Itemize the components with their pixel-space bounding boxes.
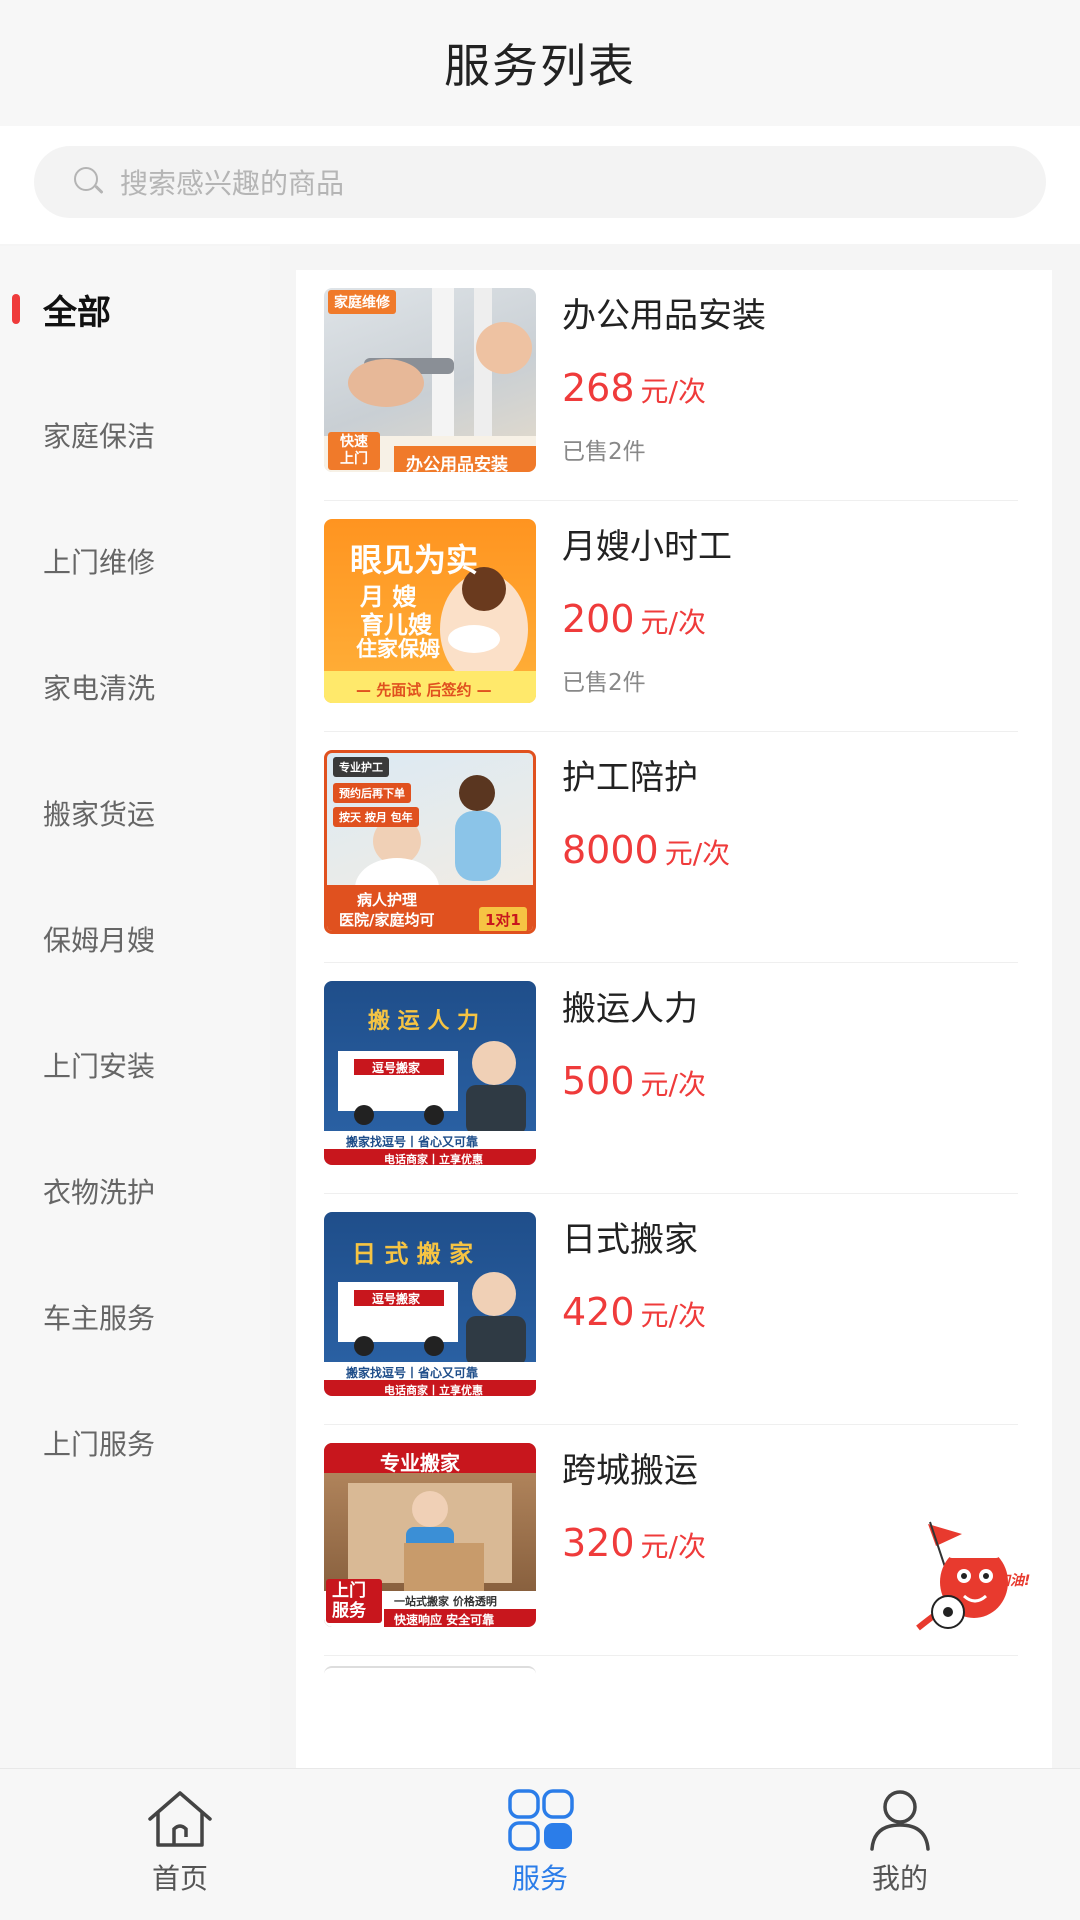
category-label: 保姆月嫂: [43, 924, 156, 957]
price-unit: 元/次: [640, 1530, 706, 1563]
price-unit: 元/次: [640, 1299, 706, 1332]
thumb-line1: 日 式 搬 家: [352, 1240, 474, 1268]
search-bar-container: 搜索感兴趣的商品: [0, 126, 1080, 244]
product-thumbnail: 家庭维修 快速上门 办公用品安装: [324, 288, 536, 472]
sold-count: 已售2件: [562, 670, 646, 696]
page-title: 服务列表: [444, 39, 636, 93]
category-label: 上门维修: [43, 546, 156, 579]
price-unit: 元/次: [664, 837, 731, 870]
product-price: 200 元/次: [562, 597, 706, 641]
category-label: 家电清洗: [43, 672, 156, 705]
product-thumbnail: 专业护工 预约后再下单 按天 按月 包年 病人护理 医院/家庭均可 1对1: [324, 750, 536, 934]
app-header: 服务列表: [0, 0, 1080, 126]
search-icon: [74, 167, 104, 197]
category-installation[interactable]: 上门安装: [0, 1002, 270, 1128]
tab-label: 我的: [871, 1862, 928, 1895]
category-home-cleaning[interactable]: 家庭保洁: [0, 372, 270, 498]
category-all[interactable]: 全部: [0, 246, 270, 372]
product-thumbnail: 搬 运 人 力 逗号搬家 搬家找逗号丨省心又可靠 电话商家丨立享优惠: [324, 981, 536, 1165]
category-label: 上门安装: [43, 1050, 156, 1083]
price-value: 420: [562, 1290, 635, 1334]
thumb-tag-2: 预约后再下单: [333, 783, 411, 803]
product-name: 跨城搬运: [562, 1451, 698, 1491]
product-item[interactable]: 日 式 搬 家 逗号搬家 搬家找逗号丨省心又可靠 电话商家丨立享优惠 日式搬家 …: [324, 1194, 1018, 1425]
thumb-line1: 专业搬家: [380, 1451, 460, 1475]
tab-label: 首页: [151, 1862, 208, 1895]
thumb-corner-tag: 快速上门: [328, 432, 380, 470]
price-unit: 元/次: [640, 606, 706, 639]
thumb-top-tag: 家庭维修: [328, 290, 396, 314]
category-home-service[interactable]: 上门服务: [0, 1380, 270, 1506]
price-value: 268: [562, 366, 635, 410]
category-label: 车主服务: [43, 1302, 156, 1335]
category-laundry[interactable]: 衣物洗护: [0, 1128, 270, 1254]
category-home-repair[interactable]: 上门维修: [0, 498, 270, 624]
price-value: 8000: [562, 828, 659, 872]
product-price: 500 元/次: [562, 1059, 706, 1103]
category-sidebar: 全部 家庭保洁 上门维修 家电清洗 搬家货运 保姆月嫂 上门安装 衣物洗护 车主…: [0, 246, 270, 1768]
thumb-caption-2: 医院/家庭均可: [339, 911, 435, 929]
thumb-caption-2: 电话商家丨立享优惠: [384, 1153, 483, 1165]
category-label: 全部: [43, 292, 111, 333]
product-item[interactable]: 眼见为实 月 嫂 育儿嫂 住家保姆 — 先面试 后签约 — 月嫂小时工 200 元…: [324, 501, 1018, 732]
bottom-tab-bar: 首页 服务 我的: [0, 1768, 1080, 1920]
category-nanny[interactable]: 保姆月嫂: [0, 876, 270, 1002]
product-price: 420 元/次: [562, 1290, 706, 1334]
services-grid-icon: [508, 1789, 574, 1851]
search-placeholder: 搜索感兴趣的商品: [120, 167, 345, 200]
search-input[interactable]: 搜索感兴趣的商品: [34, 146, 1046, 218]
price-unit: 元/次: [640, 1068, 706, 1101]
category-appliance-cleaning[interactable]: 家电清洗: [0, 624, 270, 750]
sold-count: 已售2件: [562, 439, 646, 465]
thumb-caption: — 先面试 后签约 —: [356, 681, 492, 699]
category-label: 家庭保洁: [43, 420, 156, 453]
category-moving[interactable]: 搬家货运: [0, 750, 270, 876]
active-indicator: [12, 294, 20, 324]
thumb-caption: 办公用品安装: [406, 455, 508, 472]
thumb-truck-label: 逗号搬家: [372, 1292, 421, 1306]
thumb-caption-2: 电话商家丨立享优惠: [384, 1384, 483, 1396]
thumb-badge: 1对1: [479, 907, 527, 931]
tab-services[interactable]: 服务: [360, 1769, 720, 1920]
category-label: 上门服务: [43, 1428, 156, 1461]
next-product-peek: [324, 1666, 536, 1676]
thumb-top-tag: 专业护工: [333, 757, 389, 777]
product-thumbnail: 眼见为实 月 嫂 育儿嫂 住家保姆 — 先面试 后签约 —: [324, 519, 536, 703]
product-price: 8000 元/次: [562, 828, 730, 872]
profile-icon: [870, 1790, 930, 1851]
price-value: 500: [562, 1059, 635, 1103]
thumb-tag-3: 按天 按月 包年: [333, 807, 419, 827]
product-item[interactable]: 搬 运 人 力 逗号搬家 搬家找逗号丨省心又可靠 电话商家丨立享优惠 搬运人力 …: [324, 963, 1018, 1194]
product-name: 办公用品安装: [562, 296, 766, 336]
product-name: 月嫂小时工: [562, 527, 732, 567]
product-price: 268 元/次: [562, 366, 706, 410]
thumb-corner-tag: 上门服务: [326, 1579, 382, 1623]
thumb-truck-label: 逗号搬家: [372, 1061, 421, 1075]
thumb-line1: 搬 运 人 力: [368, 1009, 479, 1034]
tab-label: 服务: [511, 1862, 568, 1895]
price-value: 320: [562, 1521, 635, 1565]
price-value: 200: [562, 597, 635, 641]
product-name: 护工陪护: [562, 758, 698, 798]
product-price: 320 元/次: [562, 1521, 706, 1565]
product-thumbnail: 日 式 搬 家 逗号搬家 搬家找逗号丨省心又可靠 电话商家丨立享优惠: [324, 1212, 536, 1396]
product-thumbnail: 专业搬家 上门服务 一站式搬家 价格透明 快速响应 安全可靠: [324, 1443, 536, 1627]
tab-home[interactable]: 首页: [0, 1769, 360, 1920]
home-icon: [148, 1791, 212, 1847]
product-item[interactable]: 专业护工 预约后再下单 按天 按月 包年 病人护理 医院/家庭均可 1对1 护工…: [324, 732, 1018, 963]
product-name: 日式搬家: [562, 1220, 698, 1260]
mascot-float[interactable]: 加油!: [908, 1516, 1048, 1636]
thumb-caption: 一站式搬家 价格透明: [394, 1595, 497, 1608]
product-name: 搬运人力: [562, 989, 698, 1029]
product-item[interactable]: 家庭维修 快速上门 办公用品安装 办公用品安装 268 元/次 已售2件: [324, 270, 1018, 501]
tab-profile[interactable]: 我的: [720, 1769, 1080, 1920]
thumb-caption-2: 快速响应 安全可靠: [394, 1613, 495, 1627]
price-unit: 元/次: [640, 375, 706, 408]
mascot-label: 加油!: [996, 1573, 1031, 1589]
category-car-owner[interactable]: 车主服务: [0, 1254, 270, 1380]
category-label: 搬家货运: [43, 798, 156, 831]
thumb-line4: 住家保姆: [356, 637, 440, 661]
category-label: 衣物洗护: [43, 1176, 156, 1209]
